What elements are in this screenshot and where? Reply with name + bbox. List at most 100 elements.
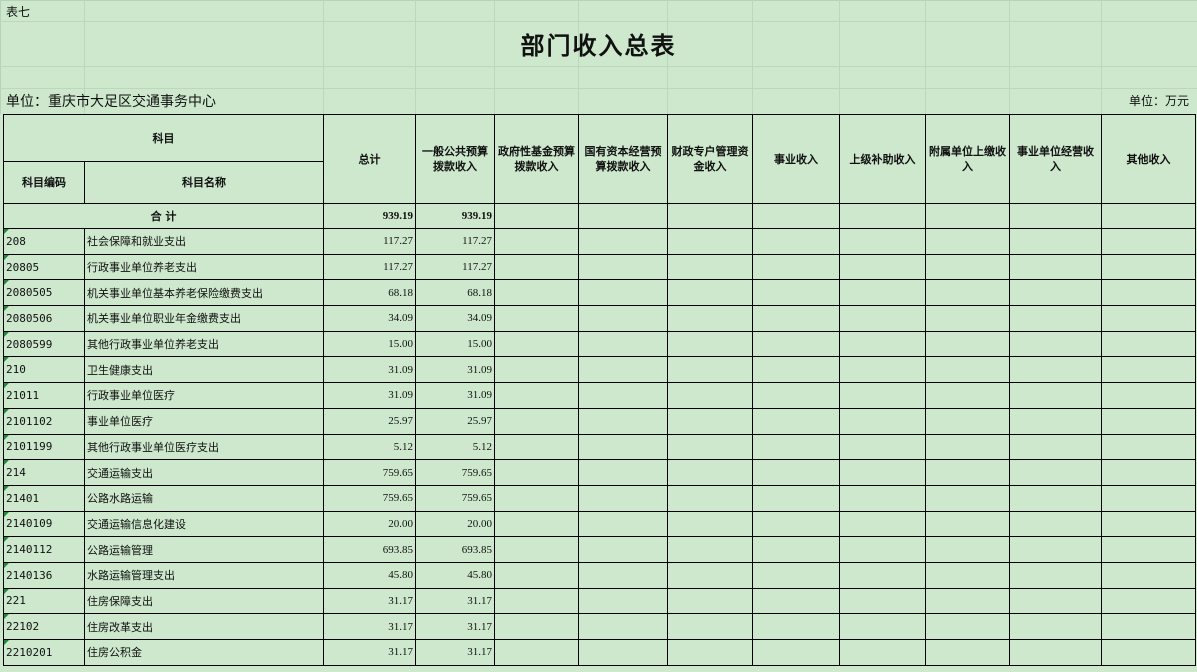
subject-code-cell[interactable]: 2140112 [3, 536, 85, 563]
empty-cell[interactable] [1009, 382, 1102, 409]
empty-cell[interactable] [925, 253, 1010, 281]
empty-cell[interactable] [1009, 459, 1102, 486]
subject-name-cell[interactable]: 公路水路运输 [84, 484, 324, 512]
total-cell[interactable]: 20.00 [323, 510, 416, 538]
empty-cell[interactable] [839, 253, 926, 281]
total-label-cell[interactable]: 合 计 [3, 203, 324, 229]
general-budget-cell[interactable]: 31.09 [415, 382, 495, 409]
subject-name-cell[interactable]: 行政事业单位养老支出 [84, 253, 324, 281]
table-row[interactable]: 2101102 事业单位医疗 25.97 25.97 [3, 407, 1196, 435]
total-cell[interactable]: 31.17 [323, 613, 416, 640]
empty-cell[interactable] [1101, 356, 1196, 384]
empty-cell[interactable] [578, 305, 668, 332]
empty-cell[interactable] [578, 330, 668, 358]
subject-name-cell[interactable]: 机关事业单位基本养老保险缴费支出 [84, 279, 324, 307]
empty-cell[interactable] [1101, 587, 1196, 615]
empty-cell[interactable] [839, 356, 926, 384]
empty-cell[interactable] [494, 639, 579, 666]
empty-cell[interactable] [578, 433, 668, 461]
empty-cell[interactable] [667, 484, 753, 512]
empty-cell[interactable] [578, 279, 668, 307]
general-budget-cell[interactable]: 15.00 [415, 330, 495, 358]
subject-code-cell[interactable]: 21011 [3, 382, 85, 409]
empty-cell[interactable] [839, 279, 926, 307]
empty-cell[interactable] [667, 203, 753, 229]
empty-cell[interactable] [752, 356, 840, 384]
subject-name-cell[interactable]: 住房保障支出 [84, 587, 324, 615]
empty-cell[interactable] [578, 639, 668, 666]
empty-cell[interactable] [667, 613, 753, 640]
empty-cell[interactable] [1009, 639, 1102, 666]
empty-cell[interactable] [925, 459, 1010, 486]
total-cell[interactable]: 25.97 [323, 407, 416, 435]
empty-cell[interactable] [752, 279, 840, 307]
subject-code-cell[interactable]: 2101199 [3, 433, 85, 461]
total-cell[interactable]: 45.80 [323, 561, 416, 589]
empty-cell[interactable] [494, 536, 579, 563]
column-header-gov-fund[interactable]: 政府性基金预算拨款收入 [494, 114, 579, 204]
empty-cell[interactable] [925, 279, 1010, 307]
empty-cell[interactable] [494, 279, 579, 307]
column-header-total[interactable]: 总计 [323, 114, 416, 204]
empty-cell[interactable] [667, 639, 753, 666]
empty-cell[interactable] [1009, 536, 1102, 563]
empty-cell[interactable] [578, 613, 668, 640]
empty-cell[interactable] [925, 587, 1010, 615]
column-header-business-income[interactable]: 事业收入 [752, 114, 840, 204]
empty-cell[interactable] [925, 330, 1010, 358]
total-cell[interactable]: 31.17 [323, 587, 416, 615]
empty-cell[interactable] [839, 561, 926, 589]
empty-cell[interactable] [667, 536, 753, 563]
table-row[interactable]: 2080505 机关事业单位基本养老保险缴费支出 68.18 68.18 [3, 279, 1196, 307]
empty-cell[interactable] [752, 382, 840, 409]
empty-cell[interactable] [752, 510, 840, 538]
empty-cell[interactable] [839, 459, 926, 486]
subject-name-cell[interactable]: 机关事业单位职业年金缴费支出 [84, 305, 324, 332]
table-row[interactable]: 21401 公路水路运输 759.65 759.65 [3, 484, 1196, 512]
empty-cell[interactable] [839, 203, 926, 229]
table-row[interactable]: 214 交通运输支出 759.65 759.65 [3, 459, 1196, 486]
empty-cell[interactable] [1009, 561, 1102, 589]
total-cell[interactable]: 34.09 [323, 305, 416, 332]
general-budget-cell[interactable]: 117.27 [415, 253, 495, 281]
total-row[interactable]: 合 计 939.19 939.19 [3, 203, 1196, 229]
general-budget-cell[interactable]: 939.19 [415, 203, 495, 229]
general-budget-cell[interactable]: 68.18 [415, 279, 495, 307]
empty-cell[interactable] [839, 433, 926, 461]
empty-cell[interactable] [578, 561, 668, 589]
empty-cell[interactable] [752, 407, 840, 435]
empty-cell[interactable] [1101, 639, 1196, 666]
general-budget-cell[interactable]: 34.09 [415, 305, 495, 332]
empty-cell[interactable] [1009, 305, 1102, 332]
empty-cell[interactable] [667, 228, 753, 255]
subject-code-cell[interactable]: 2080506 [3, 305, 85, 332]
empty-cell[interactable] [494, 305, 579, 332]
subject-name-cell[interactable]: 社会保障和就业支出 [84, 228, 324, 255]
empty-cell[interactable] [925, 613, 1010, 640]
empty-cell[interactable] [752, 330, 840, 358]
subject-code-cell[interactable]: 2140109 [3, 510, 85, 538]
general-budget-cell[interactable]: 31.17 [415, 587, 495, 615]
empty-cell[interactable] [839, 330, 926, 358]
table-row[interactable]: 2080599 其他行政事业单位养老支出 15.00 15.00 [3, 330, 1196, 358]
total-cell[interactable]: 117.27 [323, 253, 416, 281]
empty-cell[interactable] [1101, 203, 1196, 229]
column-header-subject-name[interactable]: 科目名称 [84, 161, 324, 204]
subject-code-cell[interactable]: 21401 [3, 484, 85, 512]
empty-cell[interactable] [494, 407, 579, 435]
total-cell[interactable]: 939.19 [323, 203, 416, 229]
empty-cell[interactable] [752, 639, 840, 666]
subject-code-cell[interactable]: 2080505 [3, 279, 85, 307]
column-header-affiliated-turnover[interactable]: 附属单位上缴收入 [925, 114, 1010, 204]
column-header-subject[interactable]: 科目 [3, 114, 324, 162]
empty-cell[interactable] [1009, 433, 1102, 461]
empty-cell[interactable] [1101, 228, 1196, 255]
empty-cell[interactable] [494, 484, 579, 512]
empty-cell[interactable] [494, 228, 579, 255]
subject-name-cell[interactable]: 其他行政事业单位养老支出 [84, 330, 324, 358]
subject-code-cell[interactable]: 22102 [3, 613, 85, 640]
empty-cell[interactable] [752, 459, 840, 486]
total-cell[interactable]: 759.65 [323, 484, 416, 512]
table-row[interactable]: 2210201 住房公积金 31.17 31.17 [3, 639, 1196, 666]
general-budget-cell[interactable]: 31.17 [415, 639, 495, 666]
